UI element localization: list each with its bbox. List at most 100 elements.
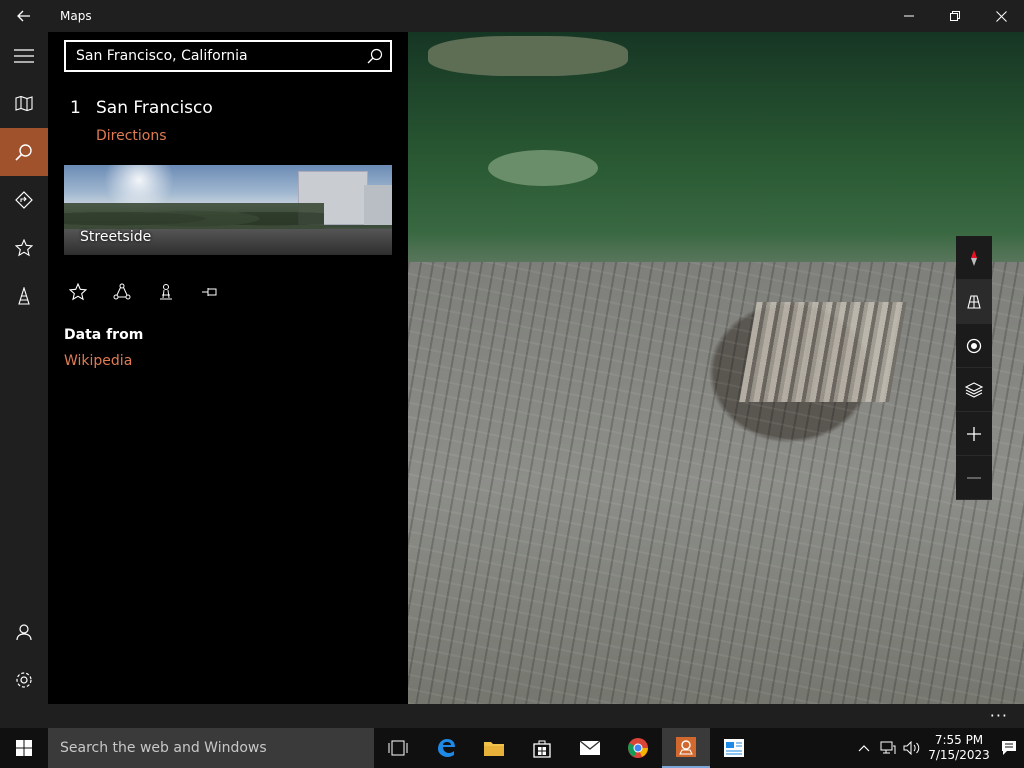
taskbar: Search the web and Windows 7:55 PM 7/15/… <box>0 728 1024 768</box>
3d-landmark-icon <box>160 284 172 300</box>
task-view-icon <box>388 740 408 756</box>
notification-icon <box>1002 741 1016 755</box>
tilt-button[interactable] <box>956 280 992 324</box>
task-view-button[interactable] <box>374 728 422 768</box>
rail-item-map[interactable] <box>0 80 48 128</box>
zoom-out-button[interactable] <box>956 456 992 500</box>
rail-item-3d-cities[interactable] <box>0 272 48 320</box>
taskbar-news[interactable] <box>710 728 758 768</box>
window-controls <box>886 0 1024 32</box>
taskbar-mail[interactable] <box>566 728 614 768</box>
my-location-icon <box>966 338 982 353</box>
result-title[interactable]: San Francisco <box>96 98 213 118</box>
rail-item-directions[interactable] <box>0 176 48 224</box>
show-my-location-button[interactable] <box>956 324 992 368</box>
map-city-grid <box>408 262 1024 704</box>
back-arrow-icon <box>17 10 30 22</box>
directions-link[interactable]: Directions <box>96 128 167 144</box>
rail-item-account[interactable] <box>0 608 48 656</box>
result-actions <box>64 280 224 304</box>
clock-time: 7:55 PM <box>934 733 984 747</box>
zoom-in-button[interactable] <box>956 412 992 456</box>
nav-rail <box>0 32 48 704</box>
maps-app-icon <box>676 737 696 757</box>
taskbar-chrome[interactable] <box>614 728 662 768</box>
compass-icon <box>971 249 977 266</box>
window-title: Maps <box>60 9 92 23</box>
volume-button[interactable] <box>900 728 924 768</box>
rail-item-settings[interactable] <box>0 656 48 704</box>
map-icon <box>15 96 33 112</box>
search-icon <box>367 48 383 64</box>
result-number: 1 <box>70 98 81 118</box>
search-results-panel: 1 San Francisco Directions Streetside Da… <box>48 32 408 704</box>
taskbar-store[interactable] <box>518 728 566 768</box>
zoom-out-icon <box>967 476 981 479</box>
add-favorite-button[interactable] <box>64 280 92 304</box>
taskbar-file-explorer[interactable] <box>470 728 518 768</box>
favorite-icon <box>69 283 87 301</box>
action-center-button[interactable] <box>994 728 1024 768</box>
taskbar-edge[interactable] <box>422 728 470 768</box>
volume-icon <box>903 741 920 755</box>
hamburger-menu-button[interactable] <box>0 32 48 80</box>
taskbar-apps <box>374 728 758 768</box>
show-hidden-icons-button[interactable] <box>852 728 876 768</box>
share-button[interactable] <box>108 280 136 304</box>
3d-view-button[interactable] <box>152 280 180 304</box>
network-button[interactable] <box>876 728 900 768</box>
taskbar-search-box[interactable]: Search the web and Windows <box>48 728 374 768</box>
store-icon <box>533 740 551 758</box>
news-icon <box>724 739 744 757</box>
search-input[interactable] <box>66 42 360 70</box>
map-controls <box>956 236 992 500</box>
taskbar-maps[interactable] <box>662 728 710 768</box>
wikipedia-link[interactable]: Wikipedia <box>64 353 132 369</box>
chrome-icon <box>628 738 648 758</box>
chevron-up-icon <box>858 745 870 752</box>
clock[interactable]: 7:55 PM 7/15/2023 <box>924 733 994 763</box>
search-box <box>64 40 392 72</box>
restore-icon <box>950 11 960 21</box>
minimize-icon <box>904 15 914 17</box>
search-icon <box>15 144 32 161</box>
minimize-button[interactable] <box>886 0 932 32</box>
streetside-trees <box>64 203 324 229</box>
streetside-building <box>364 185 392 225</box>
system-tray: 7:55 PM 7/15/2023 <box>852 728 1024 768</box>
network-icon <box>880 741 896 754</box>
title-bar: Maps <box>0 0 1024 32</box>
directions-icon <box>15 191 33 209</box>
map-downtown-buildings <box>739 302 907 402</box>
rail-item-search[interactable] <box>0 128 48 176</box>
start-button[interactable] <box>0 728 48 768</box>
streetside-label: Streetside <box>80 229 152 245</box>
share-icon <box>113 283 131 300</box>
folder-icon <box>484 742 504 756</box>
pin-icon <box>202 288 217 296</box>
clock-date: 7/15/2023 <box>928 748 990 762</box>
close-icon <box>995 10 1007 22</box>
windows-logo-icon <box>16 740 32 756</box>
restore-button[interactable] <box>932 0 978 32</box>
compass-button[interactable] <box>956 236 992 280</box>
back-button[interactable] <box>0 0 48 32</box>
search-submit-button[interactable] <box>360 42 390 70</box>
close-button[interactable] <box>978 0 1024 32</box>
map-canvas[interactable] <box>408 32 1024 704</box>
map-views-button[interactable] <box>956 368 992 412</box>
data-source-heading: Data from <box>64 327 144 343</box>
tilt-icon <box>967 294 981 309</box>
map-island <box>428 36 628 76</box>
mail-icon <box>579 740 601 755</box>
map-island <box>488 150 598 186</box>
rail-item-favorites[interactable] <box>0 224 48 272</box>
favorites-icon <box>15 239 33 257</box>
pin-to-start-button[interactable] <box>196 280 224 304</box>
layers-icon <box>965 381 983 398</box>
more-options-button[interactable]: ··· <box>990 706 1008 725</box>
settings-icon <box>16 672 32 688</box>
streetside-thumbnail[interactable]: Streetside <box>64 165 392 255</box>
edge-icon <box>438 739 455 757</box>
menu-icon <box>14 49 34 63</box>
